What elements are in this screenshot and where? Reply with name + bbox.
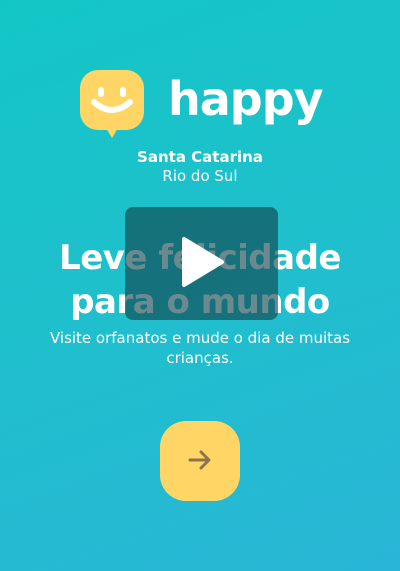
smile-chat-logo-icon (80, 70, 144, 142)
video-play-button[interactable] (125, 207, 278, 320)
brand-name: happy (168, 72, 324, 126)
location: Santa Catarina Rio do Sul (0, 148, 400, 186)
hero-subtitle: Visite orfanatos e mude o dia de muitas … (49, 329, 351, 367)
location-city: Rio do Sul (162, 167, 238, 185)
next-button[interactable] (160, 421, 240, 501)
location-state: Santa Catarina (137, 148, 263, 166)
play-icon (178, 235, 226, 293)
arrow-right-icon (186, 446, 214, 477)
brand-logo: happy (80, 70, 324, 142)
